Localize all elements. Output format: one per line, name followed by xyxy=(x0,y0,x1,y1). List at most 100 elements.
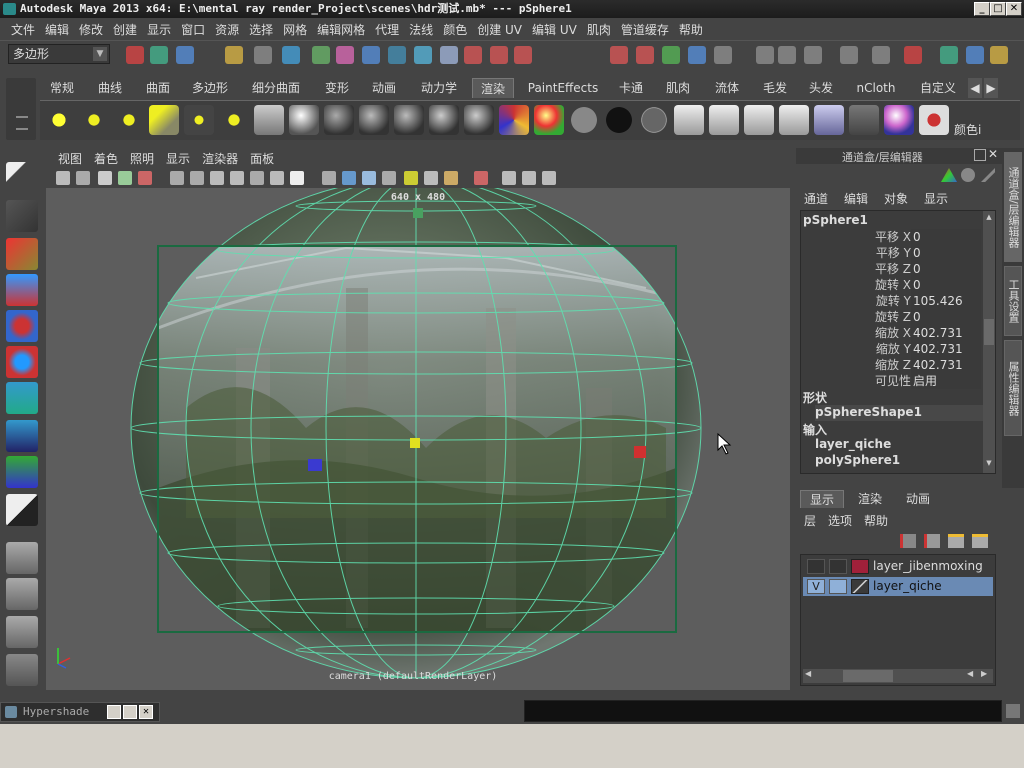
shelf-tab[interactable]: 卡通 xyxy=(610,78,652,98)
shelf-tab[interactable]: 动画 xyxy=(362,78,406,98)
phong-shader-icon[interactable] xyxy=(394,105,424,135)
phonge-shader-icon[interactable] xyxy=(429,105,459,135)
select-tool-icon[interactable] xyxy=(6,162,38,194)
shelf-tab[interactable]: 自定义 xyxy=(910,78,966,98)
camera-icon[interactable] xyxy=(254,105,284,135)
status-line-tool-icon[interactable] xyxy=(940,46,958,64)
channel-attribute-row[interactable]: 平移 X0 xyxy=(805,229,983,245)
shelf-tab[interactable]: nCloth xyxy=(846,78,906,98)
viewport-scene[interactable]: 640 x 480 camera1 (defaultRenderLayer) xyxy=(46,188,790,690)
hypershade-close-button[interactable]: ✕ xyxy=(139,705,153,719)
color-sphere-icon[interactable] xyxy=(884,105,914,135)
viewport-tool-icon[interactable] xyxy=(138,171,152,185)
universal-manip-icon[interactable] xyxy=(6,382,38,414)
shelf-tab[interactable]: 流体 xyxy=(704,78,750,98)
input-node[interactable]: polySphere1 xyxy=(815,453,900,467)
shelf-menu-icon[interactable] xyxy=(16,116,28,130)
scroll-right-icon[interactable]: ▶ xyxy=(981,669,987,678)
layer-from-selected-icon[interactable] xyxy=(924,534,940,548)
status-line-tool-icon[interactable] xyxy=(636,46,654,64)
menu-set-selector[interactable]: 多边形 ▼ xyxy=(8,44,110,64)
graph-layout-icon[interactable] xyxy=(6,654,38,686)
layer-editor-tab[interactable]: 渲染 xyxy=(848,490,892,508)
attribute-value[interactable]: 0 xyxy=(911,309,981,325)
menu-item[interactable]: 编辑网格 xyxy=(312,21,370,38)
status-line-tool-icon[interactable] xyxy=(662,46,680,64)
status-line-tool-icon[interactable] xyxy=(514,46,532,64)
channel-box-scrollbar[interactable]: ▲ ▼ xyxy=(983,211,995,473)
menu-item[interactable]: 颜色 xyxy=(438,21,472,38)
status-line-tool-icon[interactable] xyxy=(714,46,732,64)
layer-visibility-toggle[interactable] xyxy=(807,559,825,574)
status-line-tool-icon[interactable] xyxy=(990,46,1008,64)
shelf-tab[interactable]: 动力学 xyxy=(410,78,468,98)
show-manip-icon[interactable] xyxy=(6,456,38,488)
viewport-tool-icon[interactable] xyxy=(522,171,536,185)
shelf-tab[interactable]: 曲线 xyxy=(88,78,132,98)
close-panel-icon[interactable]: ✕ xyxy=(988,147,998,161)
status-line-tool-icon[interactable] xyxy=(126,46,144,64)
menu-item[interactable]: 肌肉 xyxy=(582,21,616,38)
shadow-matte-icon[interactable] xyxy=(639,105,669,135)
new-layer-icon[interactable] xyxy=(900,534,916,548)
status-line-tool-icon[interactable] xyxy=(282,46,300,64)
layer-move-up-icon[interactable] xyxy=(948,534,964,548)
scroll-up-icon[interactable]: ▲ xyxy=(984,213,994,223)
layer-row[interactable]: layer_jibenmoxing xyxy=(803,557,993,576)
input-node[interactable]: layer_qiche xyxy=(815,437,891,451)
paint-brush-icon[interactable] xyxy=(919,105,949,135)
side-tab[interactable]: 通道盒/层编辑器 xyxy=(1004,152,1022,262)
manipulator-icon[interactable] xyxy=(941,168,957,182)
menu-item[interactable]: 编辑 xyxy=(40,21,74,38)
attribute-value[interactable]: 402.731 xyxy=(911,325,981,341)
status-line-tool-icon[interactable] xyxy=(176,46,194,64)
menu-item[interactable]: 选择 xyxy=(244,21,278,38)
status-line-tool-icon[interactable] xyxy=(804,46,822,64)
channel-attribute-row[interactable]: 缩放 X 402.731 xyxy=(805,325,983,341)
viewport-tool-icon[interactable] xyxy=(56,171,70,185)
viewport-tool-icon[interactable] xyxy=(542,171,556,185)
shelf-tab[interactable]: 头发 xyxy=(800,78,842,98)
menu-item[interactable]: 修改 xyxy=(74,21,108,38)
shelf-tab[interactable]: 常规 xyxy=(40,78,84,98)
attribute-value[interactable]: 402.731 xyxy=(911,357,981,373)
channel-box-menu-item[interactable]: 编辑 xyxy=(844,190,868,208)
status-line-tool-icon[interactable] xyxy=(756,46,774,64)
float-panel-icon[interactable] xyxy=(974,149,986,161)
ramp-shader-icon[interactable] xyxy=(499,105,529,135)
hypershade-restore-button[interactable] xyxy=(107,705,121,719)
layer-editor-tab[interactable]: 显示 xyxy=(800,490,844,508)
attribute-value[interactable]: 105.426 xyxy=(911,293,981,309)
rotate-tool-icon[interactable] xyxy=(6,310,38,342)
scale-tool-icon[interactable] xyxy=(6,346,38,378)
shelf-tab[interactable]: 曲面 xyxy=(136,78,180,98)
viewport-tool-icon[interactable] xyxy=(362,171,376,185)
shelf-handle[interactable] xyxy=(6,78,36,140)
hypershade-minimized-window[interactable]: Hypershade ✕ xyxy=(0,702,160,722)
layer-template-toggle[interactable] xyxy=(829,579,847,594)
close-button[interactable]: ✕ xyxy=(1006,2,1022,16)
viewport-tool-icon[interactable] xyxy=(170,171,184,185)
shape-name[interactable]: pSphereShape1 xyxy=(815,405,985,421)
render-sphere-icon[interactable] xyxy=(289,105,319,135)
soft-mod-icon[interactable] xyxy=(6,420,38,452)
status-line-tool-icon[interactable] xyxy=(388,46,406,64)
sun-light-icon[interactable] xyxy=(44,105,74,135)
viewport-tool-icon[interactable] xyxy=(424,171,438,185)
side-tab[interactable]: 工具设置 xyxy=(1004,266,1022,336)
channel-attribute-row[interactable]: 缩放 Y 402.731 xyxy=(805,341,983,357)
layer-color-swatch[interactable] xyxy=(851,579,869,594)
scroll-left2-icon[interactable]: ◀ xyxy=(967,669,973,678)
render-view-icon[interactable] xyxy=(814,105,844,135)
manip-handle-green[interactable] xyxy=(413,208,423,218)
menu-item[interactable]: 资源 xyxy=(210,21,244,38)
lambert-shader-icon[interactable] xyxy=(324,105,354,135)
directional-light-icon[interactable] xyxy=(149,105,179,135)
status-line-tool-icon[interactable] xyxy=(150,46,168,64)
status-line-tool-icon[interactable] xyxy=(225,46,243,64)
layer-list-hscrollbar[interactable]: ◀ ◀ ▶ xyxy=(803,669,993,683)
hypershade-maximize-button[interactable] xyxy=(123,705,137,719)
shelf-tab[interactable]: 肌肉 xyxy=(656,78,700,98)
viewport-tool-icon[interactable] xyxy=(250,171,264,185)
viewport-tool-icon[interactable] xyxy=(210,171,224,185)
